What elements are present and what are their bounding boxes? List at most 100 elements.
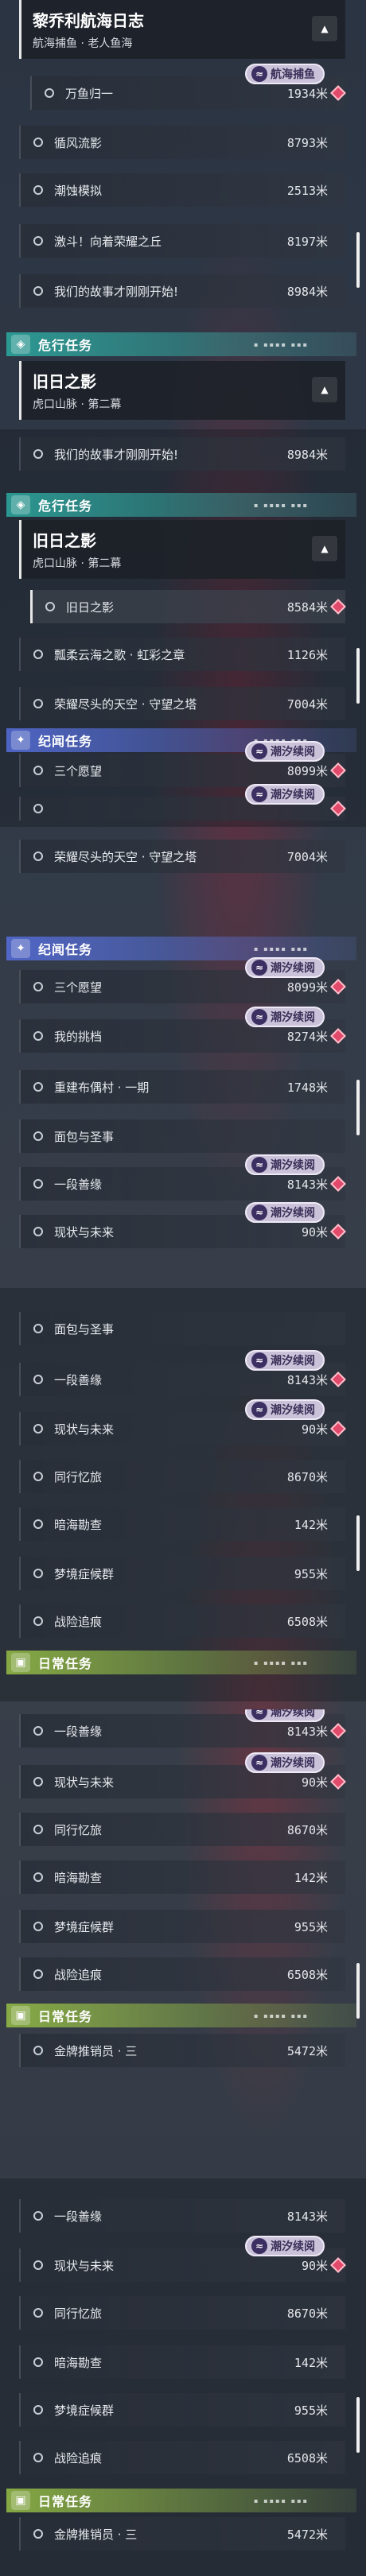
quest-row[interactable]: 重建布偶村 · 一期 1748米 [19, 1070, 345, 1104]
quest-row[interactable]: 同行忆旅 8670米 [19, 1813, 345, 1846]
quest-row[interactable]: 我们的故事才刚刚开始! 8984米 [19, 437, 345, 471]
tide-badge: ≈ 潮汐续阅 [245, 957, 325, 978]
category-label: 危行任务 [38, 499, 93, 514]
quest-status-icon [33, 1131, 43, 1141]
track-marker-icon[interactable] [330, 1723, 346, 1739]
quest-status-icon [33, 1472, 43, 1481]
quest-row[interactable]: 梦境症候群 955米 [19, 2393, 345, 2427]
collapse-icon[interactable]: ▲ [312, 16, 337, 41]
tide-badge-icon: ≈ [251, 66, 267, 82]
quest-row[interactable]: 三个愿望 8099米 ≈ 潮汐续阅 [19, 957, 346, 1003]
track-marker-icon[interactable] [330, 1371, 346, 1387]
quest-distance: 90米 [301, 1422, 328, 1437]
quest-status-icon [33, 1424, 43, 1433]
category-daily[interactable]: ▣ 日常任务 ▪ ▪▪▪▪ ▪▪▪ [6, 2489, 356, 2512]
category-daily[interactable]: ▣ 日常任务 ▪ ▪▪▪▪ ▪▪▪ [6, 1651, 356, 1674]
quest-row[interactable]: 我的挑档 8274米 ≈ 潮汐续阅 [19, 1007, 346, 1053]
quest-status-icon [33, 2529, 43, 2539]
track-marker-icon[interactable] [330, 1176, 346, 1192]
track-marker-icon[interactable] [330, 85, 346, 101]
quest-name: 现状与未来 [54, 1775, 115, 1790]
category-danger[interactable]: ◈ 危行任务 ▪ ▪▪▪▪ ▪▪▪ [6, 493, 356, 517]
track-marker-icon[interactable] [330, 801, 346, 817]
track-marker-icon[interactable] [330, 2257, 346, 2273]
quest-row[interactable]: 战险追痕 6508米 [19, 1604, 345, 1638]
quest-group-header[interactable]: 旧日之影 虎口山脉 · 第二幕 ▲ [19, 520, 345, 579]
scrollbar[interactable] [356, 1080, 360, 1135]
quest-row[interactable]: 战险追痕 6508米 [19, 2441, 345, 2474]
quest-status-icon [33, 185, 43, 195]
quest-row[interactable]: 金牌推销员 · 三 5472米 [19, 2517, 345, 2551]
quest-row[interactable]: ≈ 潮汐续阅 [19, 784, 346, 821]
quest-subtitle: 航海捕鱼 · 老人鱼海 [33, 37, 133, 50]
track-marker-icon[interactable] [330, 1421, 346, 1437]
quest-row[interactable]: 一段善缘 8143米 ≈ 潮汐续阅 [19, 1709, 346, 1748]
quest-row[interactable]: 潮蚀模拟 2513米 [19, 173, 345, 207]
quest-row[interactable]: 一段善缘 8143米 ≈ 潮汐续阅 [19, 1350, 346, 1396]
quest-row[interactable]: 瓢柔云海之歌 · 虹彩之章 1126米 [19, 638, 345, 671]
quest-row[interactable]: 激斗！向着荣耀之丘 8197米 [19, 224, 345, 258]
quest-status-icon [33, 1825, 43, 1834]
track-marker-icon[interactable] [330, 1028, 346, 1044]
scrollbar[interactable] [356, 1515, 360, 1571]
quest-row[interactable]: 面包与圣事 [19, 1119, 345, 1153]
quest-row[interactable]: 同行忆旅 8670米 [19, 2296, 345, 2330]
scrollbar[interactable] [356, 1963, 360, 2019]
collapse-icon[interactable]: ▲ [312, 536, 337, 561]
quest-row[interactable]: 暗海勘查 142米 [19, 1507, 345, 1541]
quest-row[interactable]: 面包与圣事 [19, 1312, 345, 1345]
danger-task-icon: ◈ [11, 495, 30, 514]
quest-row[interactable]: 荣耀尽头的天空 · 守望之塔 7004米 [19, 840, 345, 873]
quest-row[interactable]: 一段善缘 8143米 [19, 2199, 345, 2233]
track-marker-icon[interactable] [330, 599, 346, 615]
quest-name: 三个愿望 [54, 763, 103, 778]
danger-task-icon: ◈ [11, 335, 30, 354]
quest-distance: 90米 [301, 1224, 328, 1240]
track-marker-icon[interactable] [330, 762, 346, 778]
tide-badge: ≈ 潮汐续阅 [245, 1202, 325, 1223]
quest-row[interactable]: 现状与未来 90米 ≈ 潮汐续阅 [19, 1752, 346, 1798]
quest-row[interactable]: 同行忆旅 8670米 [19, 1460, 345, 1493]
daily-task-icon: ▣ [11, 2491, 30, 2510]
scrollbar[interactable] [356, 648, 360, 704]
quest-row[interactable]: 我们的故事才刚刚开始! 8984米 [19, 274, 345, 308]
tide-badge-icon: ≈ [251, 2238, 267, 2254]
quest-status-icon [33, 1082, 43, 1092]
quest-group-title: 旧日之影 [33, 531, 96, 550]
quest-row[interactable]: 暗海勘查 142米 [19, 1860, 345, 1894]
category-daily[interactable]: ▣ 日常任务 ▪ ▪▪▪▪ ▪▪▪ [6, 2004, 356, 2027]
quest-row[interactable]: 循风流影 8793米 [19, 126, 345, 159]
quest-row[interactable]: 梦境症候群 955米 [19, 1557, 345, 1590]
quest-row[interactable]: 梦境症候群 955米 [19, 1910, 345, 1943]
quest-name: 梦境症候群 [54, 2403, 115, 2418]
track-marker-icon[interactable] [330, 1224, 346, 1240]
scrollbar[interactable] [356, 232, 360, 288]
badge-label: 航海捕鱼 [271, 68, 315, 81]
quest-row[interactable]: 现状与未来 90米 ≈ 潮汐续阅 [19, 1202, 346, 1248]
quest-row[interactable]: 旧日之影 8584米 [30, 590, 346, 623]
quest-name: 现状与未来 [54, 1224, 115, 1240]
track-marker-icon[interactable] [330, 979, 346, 995]
quest-row[interactable]: 战险追痕 6508米 [19, 1957, 345, 1991]
quest-status-icon [33, 1031, 43, 1041]
quest-row[interactable]: 金牌推销员 · 三 5472米 [19, 2034, 345, 2067]
quest-row[interactable]: 暗海勘查 142米 [19, 2345, 345, 2379]
category-decor: ▪ ▪▪▪▪ ▪▪▪ [254, 2012, 309, 2019]
quest-distance: 6508米 [286, 2450, 328, 2465]
quest-row[interactable]: 一段善缘 8143米 ≈ 潮汐续阅 [19, 1154, 346, 1201]
quest-row[interactable]: 现状与未来 90米 ≈ 潮汐续阅 [19, 2236, 346, 2282]
quest-name: 一段善缘 [54, 1177, 103, 1192]
quest-group-header[interactable]: 旧日之影 虎口山脉 · 第二幕 ▲ [19, 361, 345, 420]
quest-row[interactable]: 现状与未来 90米 ≈ 潮汐续阅 [19, 1399, 346, 1445]
quest-status-icon [33, 1726, 43, 1736]
quest-row[interactable]: 万鱼归一 1934米 ≈ 航海捕鱼 [30, 64, 346, 110]
category-danger[interactable]: ◈ 危行任务 ▪ ▪▪▪▪ ▪▪▪ [6, 332, 356, 356]
quest-row[interactable]: 荣耀尽头的天空 · 守望之塔 7004米 [19, 687, 345, 720]
scrollbar[interactable] [356, 2397, 360, 2453]
track-marker-icon[interactable] [330, 1774, 346, 1790]
quest-name: 荣耀尽头的天空 · 守望之塔 [54, 849, 197, 864]
collapse-icon[interactable]: ▲ [312, 377, 337, 402]
quest-header[interactable]: 黎乔利航海日志 航海捕鱼 · 老人鱼海 ▲ [19, 0, 345, 59]
quest-distance: 2513米 [286, 183, 328, 198]
quest-row[interactable]: 三个愿望 8099米 ≈ 潮汐续阅 [19, 741, 346, 787]
